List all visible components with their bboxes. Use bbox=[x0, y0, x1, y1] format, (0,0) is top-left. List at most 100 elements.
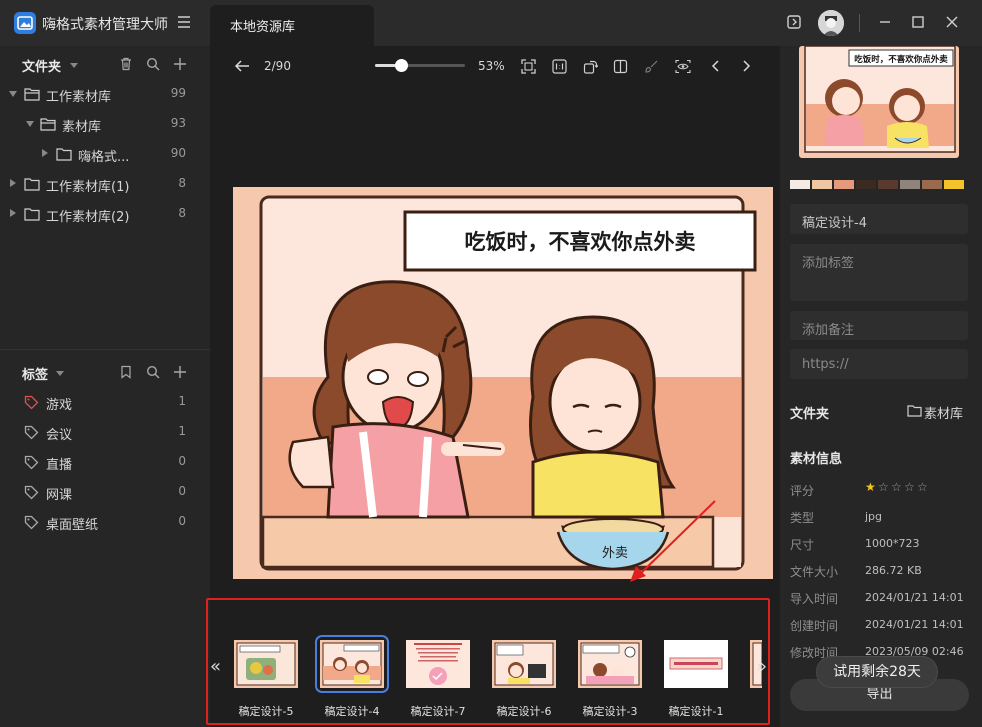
folder-item-work-library-2[interactable]: 工作素材库(2) 8 bbox=[0, 199, 210, 229]
bookmark-icon[interactable] bbox=[117, 363, 135, 381]
info-key: 导入时间 bbox=[790, 592, 839, 606]
thumbnail-4[interactable] bbox=[492, 640, 556, 688]
folder-item-work-library[interactable]: 工作素材库 99 bbox=[0, 79, 210, 109]
palette-swatch[interactable] bbox=[856, 180, 876, 189]
title-bar: 嗨格式素材管理大师 本地资源库 bbox=[0, 0, 982, 46]
brush-icon[interactable] bbox=[641, 56, 661, 76]
preview-eye-icon[interactable] bbox=[673, 56, 693, 76]
tag-item-online-class[interactable]: 网课 0 bbox=[0, 477, 210, 507]
tag-item-wallpaper[interactable]: 桌面壁纸 0 bbox=[0, 507, 210, 537]
trash-icon[interactable] bbox=[117, 55, 135, 73]
expand-down-icon[interactable] bbox=[26, 121, 34, 127]
app-logo-icon bbox=[14, 12, 36, 34]
folder-count: 90 bbox=[170, 146, 186, 160]
tag-label: 直播 bbox=[46, 458, 73, 473]
url-field[interactable]: https:// bbox=[790, 349, 968, 379]
thumbnail-label: 稿定设计-3 bbox=[582, 705, 638, 718]
tab-local-library[interactable]: 本地资源库 bbox=[210, 5, 374, 46]
tags-header: 标签 bbox=[0, 357, 210, 387]
folder-icon bbox=[907, 405, 922, 417]
palette-swatch[interactable] bbox=[878, 180, 898, 189]
sidebar-toggle-icon[interactable] bbox=[784, 12, 804, 32]
folder-item-haigeshi[interactable]: 嗨格式... 90 bbox=[0, 139, 210, 169]
rating-label: 评分 bbox=[790, 484, 815, 498]
tag-icon bbox=[24, 395, 39, 410]
info-key: 文件大小 bbox=[790, 565, 839, 579]
thumbnail-label: 稿定设计-4 bbox=[324, 705, 380, 718]
star-empty-icon[interactable]: ☆ bbox=[904, 480, 917, 494]
folder-open-icon bbox=[24, 88, 40, 101]
user-avatar[interactable] bbox=[818, 10, 844, 36]
palette-swatch[interactable] bbox=[834, 180, 854, 189]
preview-caption: 吃饭时，不喜欢你点外卖 bbox=[854, 54, 948, 65]
thumbnail-5[interactable] bbox=[578, 640, 642, 688]
name-field[interactable]: 稿定设计-4 bbox=[790, 204, 968, 234]
palette-swatch[interactable] bbox=[944, 180, 964, 189]
tab-label: 本地资源库 bbox=[230, 20, 296, 35]
thumbnail-3[interactable] bbox=[406, 640, 470, 688]
thumbnail-6[interactable] bbox=[664, 640, 728, 688]
search-icon[interactable] bbox=[144, 363, 162, 381]
hamburger-menu-icon[interactable] bbox=[176, 14, 192, 30]
star-filled-icon[interactable]: ★ bbox=[865, 480, 878, 494]
flip-icon[interactable] bbox=[610, 56, 630, 76]
search-icon[interactable] bbox=[144, 55, 162, 73]
star-empty-icon[interactable]: ☆ bbox=[917, 480, 930, 494]
thumbnail-2[interactable] bbox=[315, 635, 389, 693]
note-placeholder: 添加备注 bbox=[802, 323, 855, 338]
actual-size-icon[interactable] bbox=[549, 56, 569, 76]
prev-image-icon[interactable] bbox=[706, 56, 726, 76]
add-tag-icon[interactable] bbox=[171, 363, 189, 381]
palette-swatch[interactable] bbox=[790, 180, 810, 189]
folder-item-work-library-1[interactable]: 工作素材库(1) 8 bbox=[0, 169, 210, 199]
thumbs-prev-icon[interactable]: « bbox=[210, 656, 221, 677]
rotate-icon[interactable] bbox=[580, 56, 600, 76]
chevron-down-icon[interactable] bbox=[56, 371, 64, 376]
palette-swatch[interactable] bbox=[812, 180, 832, 189]
folder-count: 93 bbox=[170, 116, 186, 130]
minimize-icon[interactable] bbox=[875, 12, 895, 32]
tag-label: 桌面壁纸 bbox=[46, 518, 99, 533]
expand-right-icon[interactable] bbox=[10, 179, 16, 187]
zoom-slider[interactable] bbox=[375, 59, 465, 72]
palette-swatch[interactable] bbox=[900, 180, 920, 189]
tag-label: 游戏 bbox=[46, 398, 73, 413]
tag-item-live[interactable]: 直播 0 bbox=[0, 447, 210, 477]
title-divider bbox=[859, 14, 860, 32]
tag-count: 1 bbox=[178, 394, 186, 408]
maximize-icon[interactable] bbox=[908, 12, 928, 32]
folder-heading: 文件夹 bbox=[790, 407, 830, 422]
next-image-icon[interactable] bbox=[736, 56, 756, 76]
folder-icon bbox=[24, 208, 40, 221]
palette-swatch[interactable] bbox=[922, 180, 942, 189]
rating-stars[interactable]: ★ ☆ ☆ ☆ ☆ bbox=[865, 480, 930, 494]
fit-screen-icon[interactable] bbox=[518, 56, 538, 76]
folder-value[interactable]: 素材库 bbox=[924, 403, 963, 422]
add-folder-icon[interactable] bbox=[171, 55, 189, 73]
url-placeholder: https:// bbox=[802, 357, 849, 372]
chevron-down-icon[interactable] bbox=[70, 63, 78, 68]
folder-item-material-library[interactable]: 素材库 93 bbox=[0, 109, 210, 139]
expand-down-icon[interactable] bbox=[9, 91, 17, 97]
tag-item-games[interactable]: 游戏 1 bbox=[0, 387, 210, 417]
back-arrow-icon[interactable] bbox=[232, 56, 252, 76]
thumbnail-1[interactable] bbox=[234, 640, 298, 688]
thumbs-next-icon[interactable]: » bbox=[756, 656, 767, 677]
zoom-slider-handle[interactable] bbox=[395, 59, 408, 72]
star-empty-icon[interactable]: ☆ bbox=[891, 480, 904, 494]
trial-remaining-badge[interactable]: 试用剩余28天 bbox=[816, 656, 938, 688]
folder-label: 工作素材库 bbox=[46, 90, 112, 105]
folder-count: 8 bbox=[178, 206, 186, 220]
expand-right-icon[interactable] bbox=[42, 149, 48, 157]
close-icon[interactable] bbox=[942, 12, 962, 32]
tag-item-meeting[interactable]: 会议 1 bbox=[0, 417, 210, 447]
app-window: 嗨格式素材管理大师 本地资源库 文件夹 工作素材库 99 素材库 93 嗨格式.… bbox=[0, 0, 982, 727]
info-heading: 素材信息 bbox=[790, 452, 843, 467]
tag-icon bbox=[24, 455, 39, 470]
expand-right-icon[interactable] bbox=[10, 209, 16, 217]
star-empty-icon[interactable]: ☆ bbox=[878, 480, 891, 494]
tags-field[interactable]: 添加标签 bbox=[790, 244, 968, 301]
note-field[interactable]: 添加备注 bbox=[790, 311, 968, 340]
sidebar-resize-divider[interactable] bbox=[0, 349, 210, 350]
folders-header: 文件夹 bbox=[0, 49, 210, 79]
